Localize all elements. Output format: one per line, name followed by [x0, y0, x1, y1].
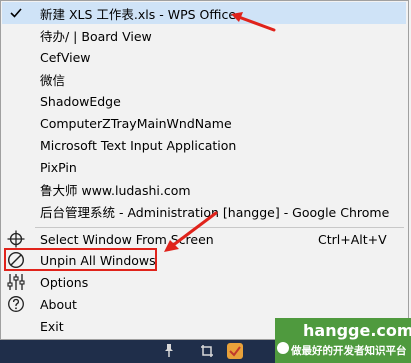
- highlight-box: [4, 248, 157, 271]
- crosshair-icon: [7, 230, 25, 248]
- screenshot-tool-icon[interactable]: [198, 342, 216, 360]
- watermark-slogan: 做最好的开发者知识平台: [291, 345, 407, 357]
- menu-item-label: 鲁大师 www.ludashi.com: [40, 182, 191, 198]
- menu-item-window-board[interactable]: 待办/ | Board View: [2, 24, 406, 46]
- app-tray-icon[interactable]: [226, 342, 244, 360]
- menu-item-window-text-input[interactable]: Microsoft Text Input Application: [2, 134, 406, 156]
- menu-item-window-cefview[interactable]: CefView: [2, 46, 406, 68]
- watermark-logo-icon: [277, 342, 289, 354]
- pin-icon[interactable]: [160, 342, 178, 360]
- question-circle-icon: [7, 295, 25, 313]
- menu-item-window-shadowedge[interactable]: ShadowEdge: [2, 90, 406, 112]
- context-menu: 新建 XLS 工作表.xls - WPS Office 待办/ | Board …: [0, 0, 409, 340]
- menu-item-window-wps[interactable]: 新建 XLS 工作表.xls - WPS Office: [2, 2, 406, 24]
- menu-item-window-computerz[interactable]: ComputerZTrayMainWndName: [2, 112, 406, 134]
- menu-item-label: PixPin: [40, 159, 77, 175]
- menu-item-label: ShadowEdge: [40, 93, 121, 109]
- watermark-domain: hangge.com: [303, 321, 411, 340]
- exit-label: Exit: [40, 318, 64, 334]
- options-label: Options: [40, 274, 89, 290]
- menu-item-label: ComputerZTrayMainWndName: [40, 115, 232, 131]
- options-item[interactable]: Options: [2, 271, 406, 293]
- watermark: hangge.com 做最好的开发者知识平台: [275, 318, 411, 363]
- menu-item-label: 待办/ | Board View: [40, 28, 152, 44]
- menu-item-label: Microsoft Text Input Application: [40, 137, 237, 153]
- annotation-arrow-top: [231, 12, 276, 32]
- about-item[interactable]: About: [2, 293, 406, 315]
- select-window-shortcut: Ctrl+Alt+V: [318, 231, 387, 247]
- sliders-icon: [7, 273, 25, 291]
- menu-item-label: 新建 XLS 工作表.xls - WPS Office: [40, 6, 237, 22]
- menu-item-label: 微信: [40, 72, 66, 88]
- menu-item-window-ludashi[interactable]: 鲁大师 www.ludashi.com: [2, 178, 406, 200]
- menu-item-window-wechat[interactable]: 微信: [2, 68, 406, 90]
- menu-item-label: CefView: [40, 49, 91, 65]
- menu-item-window-pixpin[interactable]: PixPin: [2, 156, 406, 178]
- checkmark-icon: [7, 4, 25, 22]
- annotation-arrow-bottom: [164, 211, 218, 252]
- about-label: About: [40, 296, 77, 312]
